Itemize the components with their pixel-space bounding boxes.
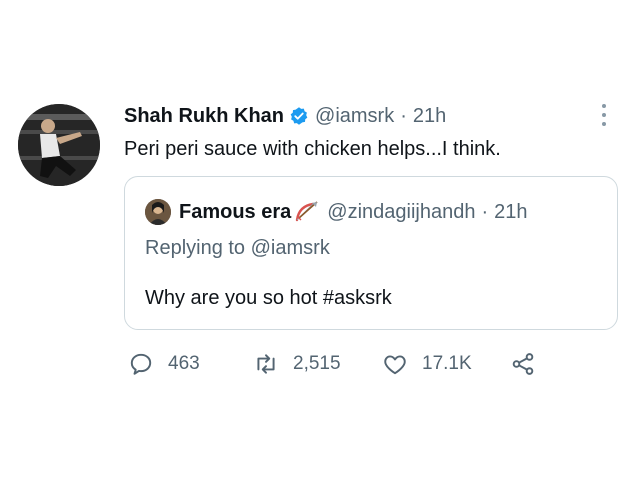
- replying-to-handle[interactable]: @iamsrk: [251, 237, 330, 259]
- quoted-tweet-header: Famous era @zindagiijhandh · 21h: [145, 199, 528, 225]
- quoted-author-avatar[interactable]: [145, 199, 171, 225]
- quoted-author-name[interactable]: Famous era: [179, 201, 291, 224]
- quoted-author-handle[interactable]: @zindagiijhandh: [327, 201, 475, 224]
- tweet-header: Shah Rukh Khan @iamsrk · 21h: [124, 103, 446, 129]
- like-count: 17.1K: [422, 353, 472, 374]
- reply-icon: [130, 353, 152, 375]
- avatar-photo: [18, 104, 100, 186]
- quoted-tweet-text: Why are you so hot #asksrk: [145, 287, 392, 309]
- replying-to-prefix: Replying to: [145, 237, 251, 259]
- share-button[interactable]: [510, 349, 536, 379]
- quoted-header-separator: ·: [481, 200, 489, 223]
- retweet-count: 2,515: [293, 353, 341, 374]
- quoted-tweet[interactable]: Famous era @zindagiijhandh · 21h Replyin…: [124, 176, 618, 330]
- replying-to-line: Replying to @iamsrk: [145, 237, 330, 260]
- quoted-timestamp[interactable]: 21h: [494, 201, 527, 224]
- more-options-icon[interactable]: [597, 104, 611, 126]
- reply-count: 463: [168, 353, 200, 374]
- header-separator: ·: [400, 104, 407, 127]
- verified-badge-icon: [289, 106, 309, 126]
- retweet-button[interactable]: 2,515: [253, 349, 341, 379]
- bow-and-arrow-icon: [293, 200, 321, 224]
- share-icon: [512, 353, 534, 375]
- tweet-text: Peri peri sauce with chicken helps...I t…: [124, 138, 501, 160]
- reply-button[interactable]: 463: [128, 349, 200, 379]
- author-avatar[interactable]: [18, 104, 100, 186]
- tweet-card[interactable]: Shah Rukh Khan @iamsrk · 21h Peri peri s…: [0, 0, 639, 479]
- like-icon: [384, 355, 406, 375]
- retweet-icon: [257, 354, 275, 374]
- author-name[interactable]: Shah Rukh Khan: [124, 105, 284, 128]
- author-handle[interactable]: @iamsrk: [315, 105, 394, 128]
- tweet-timestamp[interactable]: 21h: [413, 105, 446, 128]
- like-button[interactable]: 17.1K: [382, 349, 472, 379]
